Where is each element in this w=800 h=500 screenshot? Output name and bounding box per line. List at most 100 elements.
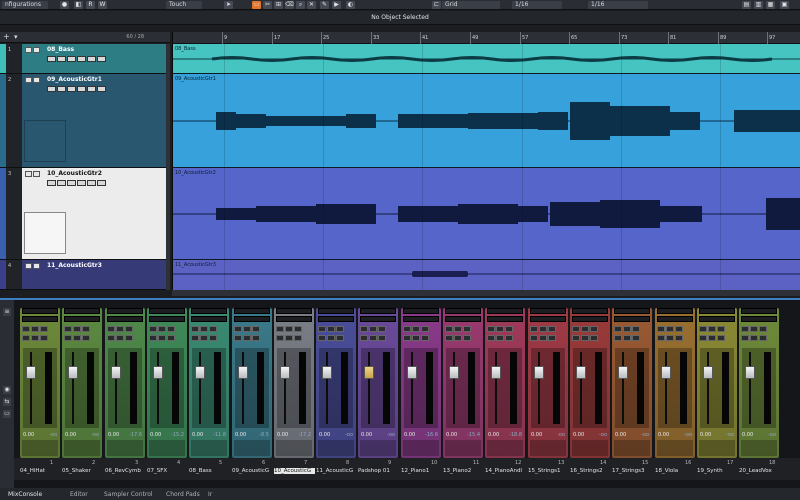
mute-button[interactable] (25, 263, 32, 269)
mute-button[interactable] (487, 326, 495, 332)
volume-value[interactable]: 0.00 (404, 432, 415, 438)
volume-value[interactable]: 0.00 (108, 432, 119, 438)
monitor-button[interactable] (590, 335, 598, 341)
zoom-tool-icon[interactable]: ⌕ (296, 1, 305, 9)
write-button[interactable] (31, 335, 39, 341)
pan-control[interactable] (191, 316, 227, 322)
mute-button[interactable] (25, 171, 32, 177)
volume-value[interactable]: 0.00 (573, 432, 584, 438)
configurations-dropdown[interactable]: nfigurations (2, 1, 48, 9)
monitor-button[interactable] (67, 86, 76, 92)
horizontal-scrollbar[interactable] (172, 290, 800, 296)
audio-event-11-acousticgtr3[interactable]: 11_AcousticGtr3 (172, 260, 800, 292)
solo-button[interactable] (158, 326, 166, 332)
write-button[interactable] (158, 335, 166, 341)
listen-button[interactable] (717, 326, 725, 332)
edit-button[interactable] (87, 86, 96, 92)
mixer-options-icon[interactable]: ≡ (3, 308, 11, 316)
routing-slot[interactable] (276, 308, 312, 314)
listen-button[interactable] (675, 326, 683, 332)
erase-tool-icon[interactable]: ⌫ (285, 1, 294, 9)
volume-fader[interactable] (576, 366, 586, 379)
monitor-button[interactable] (463, 335, 471, 341)
timeline-ruler[interactable]: 9 17 25 33 41 49 57 65 73 81 89 97 (172, 32, 800, 44)
pan-control[interactable] (741, 316, 777, 322)
visibility-icon[interactable]: ◉ (3, 386, 11, 394)
solo-button[interactable] (116, 326, 124, 332)
channel-name[interactable]: 04_HiHat (20, 468, 61, 474)
mute-button[interactable] (276, 326, 284, 332)
pan-control[interactable] (614, 316, 650, 322)
mute-button[interactable] (25, 47, 32, 53)
lanes-button[interactable] (97, 180, 106, 186)
solo-button[interactable] (623, 326, 631, 332)
solo-button[interactable] (33, 77, 40, 83)
glue-tool-icon[interactable]: ⊞ (274, 1, 283, 9)
listen-button[interactable] (590, 326, 598, 332)
routing-slot[interactable] (191, 308, 227, 314)
project-cursor[interactable] (172, 32, 173, 290)
listen-button[interactable] (759, 326, 767, 332)
read-button[interactable] (614, 335, 622, 341)
monitor-button[interactable] (759, 335, 767, 341)
automation-mode-dropdown[interactable]: Touch (166, 1, 202, 9)
volume-value[interactable]: 0.00 (277, 432, 288, 438)
listen-button[interactable] (463, 326, 471, 332)
solo-button[interactable] (412, 326, 420, 332)
window-layout-icon[interactable]: ▣ (780, 1, 789, 9)
listen-button[interactable] (167, 326, 175, 332)
routing-slot[interactable] (572, 308, 608, 314)
read-button[interactable] (47, 180, 56, 186)
write-button[interactable] (57, 56, 66, 62)
quantize-preset-dropdown[interactable]: 1/16 (588, 1, 648, 9)
mute-button[interactable] (360, 326, 368, 332)
monitor-button[interactable] (252, 335, 260, 341)
volume-value[interactable]: 0.00 (235, 432, 246, 438)
monitor-button[interactable] (125, 335, 133, 341)
pan-control[interactable] (530, 316, 566, 322)
right-zone-icon[interactable]: ▦ (766, 1, 775, 9)
routing-slot[interactable] (360, 308, 396, 314)
volume-fader[interactable] (618, 366, 628, 379)
solo-button[interactable] (454, 326, 462, 332)
monitor-button[interactable] (548, 335, 556, 341)
listen-button[interactable] (40, 326, 48, 332)
write-button[interactable] (454, 335, 462, 341)
write-button[interactable] (412, 335, 420, 341)
routing-slot[interactable] (657, 308, 693, 314)
monitor-button[interactable] (505, 335, 513, 341)
monitor-button[interactable] (40, 335, 48, 341)
solo-button[interactable] (327, 326, 335, 332)
read-button[interactable] (234, 335, 242, 341)
solo-button[interactable] (666, 326, 674, 332)
pan-control[interactable] (445, 316, 481, 322)
channel-name[interactable]: 11_AcousticG (316, 468, 357, 474)
write-automation-icon[interactable]: W (98, 1, 107, 9)
mute-button[interactable] (614, 326, 622, 332)
draw-tool-icon[interactable]: ✎ (320, 1, 329, 9)
mute-button[interactable] (657, 326, 665, 332)
monitor-button[interactable] (209, 335, 217, 341)
routing-slot[interactable] (699, 308, 735, 314)
routing-slot[interactable] (64, 308, 100, 314)
play-tool-icon[interactable]: ▶ (332, 1, 341, 9)
channel-name[interactable]: 14_PianoAndI (485, 468, 526, 474)
solo-button[interactable] (33, 263, 40, 269)
pan-control[interactable] (149, 316, 185, 322)
mute-button[interactable] (572, 326, 580, 332)
listen-button[interactable] (378, 326, 386, 332)
solo-button[interactable] (285, 326, 293, 332)
listen-button[interactable] (548, 326, 556, 332)
write-button[interactable] (708, 335, 716, 341)
volume-fader[interactable] (703, 366, 713, 379)
track-name[interactable]: 08_Bass (47, 46, 74, 53)
write-button[interactable] (369, 335, 377, 341)
mute-button[interactable] (25, 77, 32, 83)
channel-name[interactable]: 07_SFX (147, 468, 188, 474)
left-zone-icon[interactable]: ▤ (742, 1, 751, 9)
lower-zone-icon[interactable]: ▥ (754, 1, 763, 9)
read-button[interactable] (360, 335, 368, 341)
channel-name[interactable]: 09_AcousticG (232, 468, 273, 474)
read-button[interactable] (572, 335, 580, 341)
volume-fader[interactable] (407, 366, 417, 379)
